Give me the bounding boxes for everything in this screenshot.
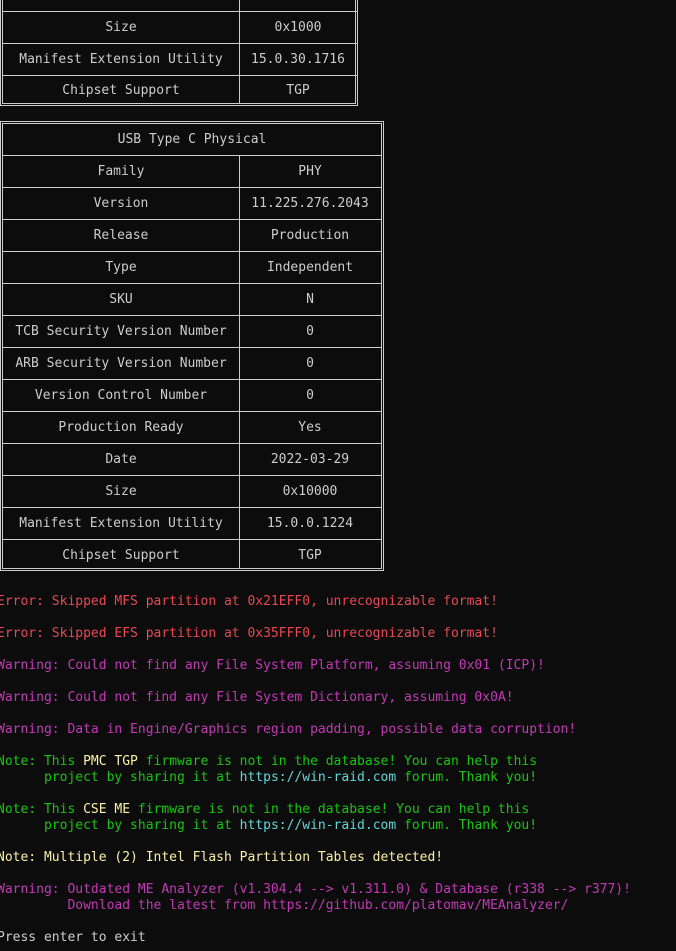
note-text: firmware is not in the database! You can… bbox=[130, 802, 530, 817]
table-row: Version 11.225.276.2043 bbox=[3, 188, 381, 219]
table-row: Chipset Support TGP bbox=[3, 540, 381, 571]
table-row: TCB Security Version Number 0 bbox=[3, 316, 381, 347]
note-pmc-firmware-message-line2: project by sharing it at https://win-rai… bbox=[0, 770, 537, 786]
row-key: Family bbox=[97, 164, 145, 179]
note-text: forum. Thank you! bbox=[396, 818, 538, 833]
note-prefix: Note: This bbox=[0, 754, 84, 769]
error-efs-message: Error: Skipped EFS partition at 0x35FFF0… bbox=[0, 626, 498, 641]
firmware-name: PMC TGP bbox=[83, 754, 138, 769]
row-value: PHY bbox=[298, 164, 322, 179]
row-key: Version bbox=[93, 196, 149, 211]
row-key: Date bbox=[105, 452, 137, 467]
row-value: 0 bbox=[306, 356, 314, 371]
row-key: Production Ready bbox=[58, 420, 184, 435]
note-text: project by sharing it at bbox=[0, 818, 240, 833]
row-value: 0 bbox=[306, 324, 314, 339]
note-text: firmware is not in the database! You can… bbox=[137, 754, 538, 769]
firmware-name: CSE ME bbox=[83, 802, 131, 817]
row-key: Size bbox=[105, 20, 137, 35]
row-value: 0x1000 bbox=[274, 20, 322, 35]
table-row: Manifest Extension Utility 15.0.30.1716 bbox=[3, 44, 357, 75]
win-raid-link[interactable]: https://win-raid.com bbox=[240, 770, 397, 785]
warning-data-corruption-message: Warning: Data in Engine/Graphics region … bbox=[0, 722, 577, 737]
row-key: Chipset Support bbox=[62, 548, 180, 563]
table-row: Type Independent bbox=[3, 252, 381, 283]
row-key: Chipset Support bbox=[62, 82, 180, 98]
row-value: 0 bbox=[306, 388, 314, 403]
row-key: Type bbox=[105, 260, 137, 275]
press-enter-prompt[interactable]: Press enter to exit bbox=[0, 930, 146, 946]
table-usb-type-c: USB Type C Physical Family PHY Version 11.2… bbox=[0, 121, 384, 571]
note-partition-tables-message: Note: Multiple (2) Intel Flash Partition… bbox=[0, 850, 444, 865]
row-value: 15.0.30.1716 bbox=[251, 52, 345, 67]
table-row: Family PHY bbox=[3, 156, 381, 187]
table-row: Release Production bbox=[3, 220, 381, 251]
table-row: ARB Security Version Number 0 bbox=[3, 348, 381, 379]
note-pmc-firmware-message: Note: This PMC TGP firmware is not in th… bbox=[0, 754, 537, 770]
row-key: Manifest Extension Utility bbox=[19, 516, 223, 531]
warning-outdated-analyzer-message: Warning: Outdated ME Analyzer (v1.304.4 … bbox=[0, 882, 631, 897]
table-row: Version Control Number 0 bbox=[3, 380, 381, 411]
table-title: USB Type C Physical bbox=[117, 132, 267, 147]
table-row: Production Ready Yes bbox=[3, 412, 381, 443]
row-value: 15.0.0.1224 bbox=[266, 516, 354, 531]
warning-download-latest-message: Download the latest from https://github.… bbox=[0, 898, 569, 913]
table-row: Size 0x10000 bbox=[3, 476, 381, 507]
win-raid-link[interactable]: https://win-raid.com bbox=[240, 818, 397, 833]
note-text: forum. Thank you! bbox=[396, 770, 538, 785]
row-value: 2022-03-29 bbox=[270, 452, 350, 467]
row-value: TGP bbox=[286, 82, 310, 98]
row-value: N bbox=[306, 292, 314, 307]
table-row: Chipset Support TGP bbox=[3, 76, 357, 104]
row-key: SKU bbox=[109, 292, 133, 307]
note-cse-firmware-message-line2: project by sharing it at https://win-rai… bbox=[0, 818, 537, 834]
note-prefix: Note: This bbox=[0, 802, 84, 817]
row-value: TGP bbox=[298, 548, 322, 563]
row-key: Release bbox=[93, 228, 149, 243]
note-text: project by sharing it at bbox=[0, 770, 240, 785]
row-value: Yes bbox=[298, 420, 322, 435]
row-key: Manifest Extension Utility bbox=[19, 52, 223, 67]
row-value: Independent bbox=[266, 260, 354, 275]
table-row: Manifest Extension Utility 15.0.0.1224 bbox=[3, 508, 381, 539]
table-row: Size 0x1000 bbox=[3, 12, 357, 43]
warning-fs-platform-message: Warning: Could not find any File System … bbox=[0, 658, 545, 673]
row-value: 11.225.276.2043 bbox=[251, 196, 369, 211]
row-key: Size bbox=[105, 484, 137, 499]
row-key: ARB Security Version Number bbox=[15, 356, 227, 371]
row-key: Version Control Number bbox=[34, 388, 208, 403]
row-key: TCB Security Version Number bbox=[15, 324, 227, 339]
row-value: Production bbox=[270, 228, 350, 243]
error-mfs-message: Error: Skipped MFS partition at 0x21EFF0… bbox=[0, 594, 498, 609]
row-value: 0x10000 bbox=[282, 484, 338, 499]
table-row: SKU N bbox=[3, 284, 381, 315]
note-cse-firmware-message: Note: This CSE ME firmware is not in the… bbox=[0, 802, 529, 818]
warning-fs-dictionary-message: Warning: Could not find any File System … bbox=[0, 690, 514, 705]
table-row: Date 2022-03-29 bbox=[3, 444, 381, 475]
